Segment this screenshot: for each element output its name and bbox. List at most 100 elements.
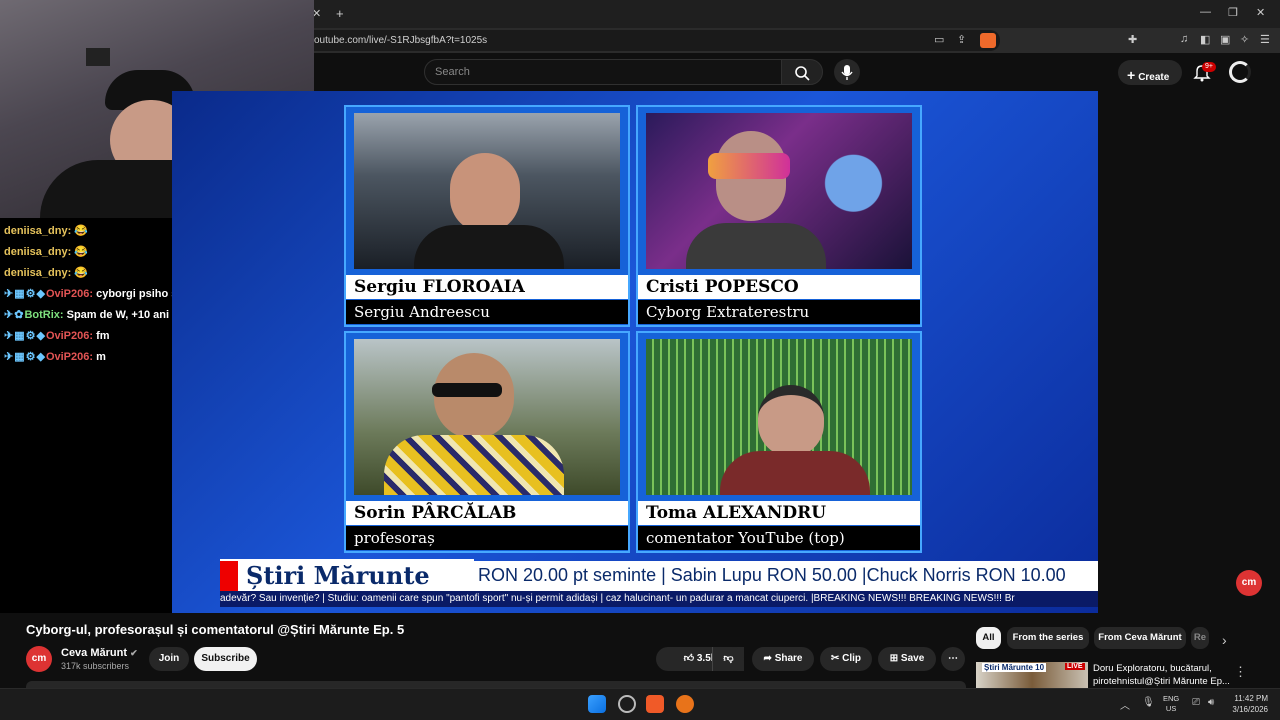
search-button[interactable] [781,59,823,85]
chat-username: deniisa_dny: [4,225,72,237]
windows-start-icon[interactable] [588,695,606,713]
video-title: Cyborg-ul, profesorașul și comentatorul … [26,622,405,637]
mic-tray-icon[interactable]: 🎙︎ [1142,697,1155,708]
show-brand-text: Știri Mărunte [246,561,430,590]
chat-username: deniisa_dny: [4,267,72,279]
brave-icon[interactable] [646,695,664,713]
guest-video-feed [646,339,912,495]
recommended-menu-icon[interactable]: ⋮ [1234,664,1247,680]
video-player[interactable]: Sergiu FLOROAIA Sergiu Andreescu Cristi … [172,91,1098,613]
chat-username: OviP206: [45,288,94,300]
guest-name: Toma ALEXANDRU [638,501,920,525]
sidebar-icon[interactable]: ◧ [1200,33,1210,46]
share-icon: ➦ [763,653,772,664]
guest-name: Cristi POPESCO [638,275,920,299]
more-dots-icon: ⋯ [948,653,958,664]
brand-red-mark [220,561,238,591]
guest-name: Sergiu FLOROAIA [346,275,628,299]
chip-related[interactable]: Re [1191,627,1209,649]
description-box[interactable] [26,681,966,688]
news-ticker-sub: adevăr? Sau invenție? | Studiu: oamenii … [220,591,1098,607]
brave-shield-icon[interactable] [980,33,996,48]
subscribe-button[interactable]: Subscribe [194,647,257,671]
clock[interactable]: 11:42 PM 3/16/2026 [1226,693,1268,715]
create-label: Create [1138,72,1170,83]
media-icon[interactable]: ♫ [1180,33,1188,45]
guest-panel-4: Toma ALEXANDRU comentator YouTube (top) [636,331,922,553]
chat-text: 😂 [74,246,89,258]
chip-all[interactable]: All [976,627,1001,649]
save-label: Save [900,653,925,664]
chat-username: OviP206: [45,330,94,342]
recommended-title[interactable]: Doru Exploratoru, bucătarul, pirotehnist… [1093,662,1233,688]
mic-icon [841,65,853,80]
new-tab-button[interactable]: + [336,6,344,21]
account-avatar[interactable] [1229,61,1251,83]
tray-chevron-icon[interactable]: ︿ [1120,697,1130,712]
cast-icon[interactable]: ▭ [934,33,944,46]
obs-icon[interactable] [618,695,636,713]
voice-search-button[interactable] [834,59,860,85]
channel-name[interactable]: Ceva Mărunt ✔ [61,647,138,659]
clip-button[interactable]: ✂ Clip [820,647,872,671]
chevron-right-icon[interactable]: › [1222,632,1227,648]
chat-text: fm [96,330,110,342]
chat-message: deniisa_dny: 😂 [4,245,88,258]
clock-date: 3/16/2026 [1232,705,1268,714]
wallet-icon[interactable]: ▣ [1220,33,1230,46]
news-ticker-main: RON 20.00 pt seminte | Sabin Lupu RON 50… [474,561,1098,591]
extensions-icon[interactable]: ✚ [1128,33,1137,46]
thumbs-up-icon: 👍︎ [683,653,695,664]
window-close-button[interactable]: ✕ [1256,6,1265,19]
save-button[interactable]: ⊞ Save [878,647,936,671]
chat-text: 😂 [74,267,89,279]
guest-panel-1: Sergiu FLOROAIA Sergiu Andreescu [344,105,630,327]
dislike-button[interactable]: 👎︎ [712,647,744,671]
create-button[interactable]: + Create [1118,60,1182,85]
chat-username: OviP206: [45,351,94,363]
chip-from-series[interactable]: From the series [1007,627,1089,649]
chat-badges: ✈▦⚙◆ [4,330,46,342]
more-actions-button[interactable]: ⋯ [941,647,965,671]
guest-video-feed [354,339,620,495]
windows-taskbar [0,688,1280,720]
channel-avatar[interactable]: cm [26,646,52,672]
clock-time: 11:42 PM [1234,694,1268,703]
maximize-button[interactable]: ❐ [1228,6,1238,19]
guest-name: Sorin PÂRCĂLAB [346,501,628,525]
guest-video-feed [354,113,620,269]
chip-from-channel[interactable]: From Ceva Mărunt [1094,627,1186,649]
share-label: Share [774,653,803,664]
recommended-thumb-label: Știri Mărunte 10 [982,663,1047,672]
language-indicator[interactable]: ENG US [1163,694,1179,714]
chat-badges: ✈✿ [4,309,25,321]
region-code: US [1165,704,1177,713]
verified-icon: ✔ [130,648,138,658]
minimize-button[interactable]: — [1200,6,1211,18]
join-button[interactable]: Join [149,647,189,671]
chat-username: BotRix: [24,309,64,321]
guest-role: comentator YouTube (top) [638,526,920,550]
chat-text: 😂 [74,225,89,237]
thumbs-down-icon: 👎︎ [723,653,734,664]
menu-icon[interactable]: ☰ [1260,33,1270,46]
guest-role: Cyborg Extraterestru [638,300,920,324]
guest-role: Sergiu Andreescu [346,300,628,324]
scissors-icon: ✂ [830,653,840,664]
share-page-icon[interactable]: ⇪ [957,33,966,46]
guest-panel-2: Cristi POPESCO Cyborg Extraterestru [636,105,922,327]
show-brand: Știri Mărunte [220,559,474,593]
clip-label: Clip [842,653,862,664]
channel-watermark-logo[interactable]: cm [1236,570,1262,596]
app-icon[interactable] [676,695,694,713]
chat-badges: ✈▦⚙◆ [4,351,46,363]
search-input[interactable]: Search [424,59,782,85]
url-field[interactable]: outube.com/live/-S1RJbsgfbA?t=1025s [300,30,1000,51]
guest-panel-3: Sorin PÂRCĂLAB profesoraș [344,331,630,553]
network-icon[interactable]: ⎚ [1192,697,1200,708]
chat-text: m [96,351,106,363]
leo-ai-icon[interactable]: ✧ [1240,33,1249,46]
volume-icon[interactable]: 🔊︎ [1208,697,1214,708]
chat-badges: ✈▦⚙◆ [4,288,46,300]
share-button[interactable]: ➦ Share [752,647,814,671]
